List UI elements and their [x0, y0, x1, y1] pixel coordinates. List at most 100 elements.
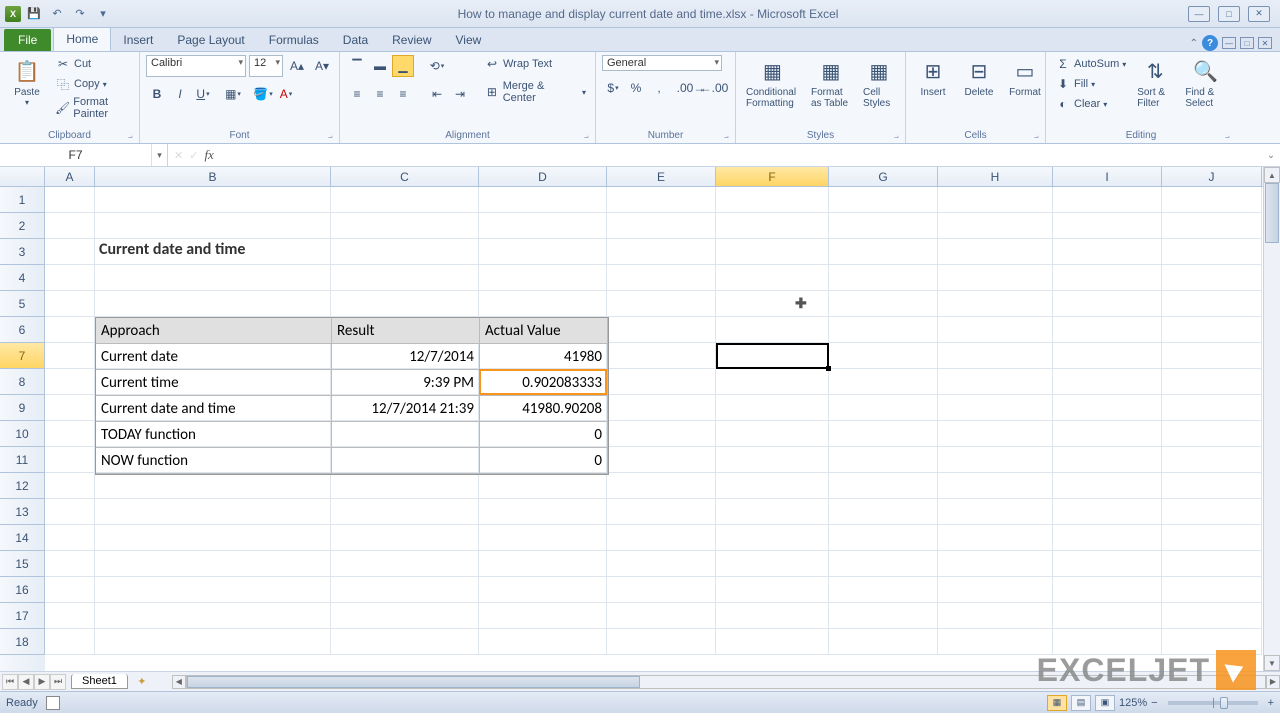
col-header-E[interactable]: E — [607, 167, 716, 186]
decrease-decimal-button[interactable]: ←.00 — [703, 77, 725, 99]
first-sheet-button[interactable]: ⏮ — [2, 674, 18, 690]
row-header-3[interactable]: 3 — [0, 239, 45, 265]
format-painter-button[interactable]: 🖌Format Painter — [52, 95, 133, 121]
row-header-14[interactable]: 14 — [0, 525, 45, 551]
row-header-8[interactable]: 8 — [0, 369, 45, 395]
cell-C8[interactable]: 9:39 PM — [332, 370, 480, 396]
row-header-6[interactable]: 6 — [0, 317, 45, 343]
format-as-table-button[interactable]: ▦Format as Table — [807, 55, 855, 111]
redo-button[interactable]: ↷ — [70, 4, 90, 24]
header-approach[interactable]: Approach — [96, 318, 332, 344]
zoom-slider-thumb[interactable] — [1220, 697, 1228, 709]
fill-color-button[interactable]: 🪣 — [252, 83, 274, 105]
row-header-9[interactable]: 9 — [0, 395, 45, 421]
formula-input[interactable] — [220, 144, 1262, 166]
selection-fill-handle[interactable] — [826, 366, 831, 371]
maximize-button[interactable]: □ — [1218, 6, 1240, 22]
cut-button[interactable]: ✂Cut — [52, 55, 133, 73]
cell-B11[interactable]: NOW function — [96, 448, 332, 474]
increase-font-button[interactable]: A▴ — [286, 55, 308, 77]
cell-B3-title[interactable]: Current date and time — [99, 240, 245, 259]
cell-C10[interactable] — [332, 422, 480, 448]
normal-view-button[interactable]: ▦ — [1047, 695, 1067, 711]
row-header-12[interactable]: 12 — [0, 473, 45, 499]
fx-icon[interactable]: fx — [204, 147, 213, 163]
col-header-J[interactable]: J — [1162, 167, 1262, 186]
cell-C7[interactable]: 12/7/2014 — [332, 344, 480, 370]
cell-D7[interactable]: 41980 — [480, 344, 608, 370]
col-header-D[interactable]: D — [479, 167, 607, 186]
wrap-text-button[interactable]: ↩Wrap Text — [481, 55, 589, 73]
align-top-button[interactable]: ▔ — [346, 55, 368, 77]
col-header-A[interactable]: A — [45, 167, 95, 186]
underline-button[interactable]: U — [192, 83, 214, 105]
col-header-G[interactable]: G — [829, 167, 938, 186]
row-header-11[interactable]: 11 — [0, 447, 45, 473]
insert-cells-button[interactable]: ⊞Insert — [912, 55, 954, 100]
sheet-tab-sheet1[interactable]: Sheet1 — [71, 674, 128, 689]
tab-view[interactable]: View — [444, 29, 494, 51]
cell-D9[interactable]: 41980.90208 — [480, 396, 608, 422]
align-left-button[interactable]: ≡ — [346, 83, 368, 105]
clear-button[interactable]: ◐Clear▾ — [1052, 95, 1129, 113]
minimize-button[interactable]: — — [1188, 6, 1210, 22]
zoom-in-button[interactable]: + — [1268, 697, 1274, 709]
cell-B8[interactable]: Current time — [96, 370, 332, 396]
col-header-I[interactable]: I — [1053, 167, 1162, 186]
conditional-formatting-button[interactable]: ▦Conditional Formatting — [742, 55, 803, 111]
decrease-font-button[interactable]: A▾ — [311, 55, 333, 77]
border-button[interactable]: ▦ — [222, 83, 244, 105]
tab-data[interactable]: Data — [331, 29, 380, 51]
last-sheet-button[interactable]: ⏭ — [50, 674, 66, 690]
font-name-select[interactable]: Calibri — [146, 55, 246, 77]
paste-button[interactable]: 📋 Paste ▾ — [6, 55, 48, 109]
minimize-ribbon-icon[interactable]: ⌃ — [1190, 38, 1198, 49]
merge-center-button[interactable]: ⊞Merge & Center ▾ — [481, 79, 589, 105]
expand-formula-bar[interactable]: ⌄ — [1262, 144, 1280, 166]
fill-button[interactable]: ⬇Fill▾ — [1052, 75, 1129, 93]
align-bottom-button[interactable]: ▁ — [392, 55, 414, 77]
row-header-18[interactable]: 18 — [0, 629, 45, 655]
row-header-10[interactable]: 10 — [0, 421, 45, 447]
row-header-15[interactable]: 15 — [0, 551, 45, 577]
cell-D8[interactable]: 0.902083333 — [480, 370, 608, 396]
col-header-F[interactable]: F — [716, 167, 829, 186]
delete-cells-button[interactable]: ⊟Delete — [958, 55, 1000, 100]
cell-D10[interactable]: 0 — [480, 422, 608, 448]
accounting-button[interactable]: $ — [602, 77, 624, 99]
row-header-17[interactable]: 17 — [0, 603, 45, 629]
prev-sheet-button[interactable]: ◀ — [18, 674, 34, 690]
name-box[interactable]: F7 — [0, 144, 151, 166]
row-header-5[interactable]: 5 — [0, 291, 45, 317]
qat-customize[interactable]: ▾ — [93, 4, 113, 24]
zoom-level[interactable]: 125% — [1119, 697, 1147, 709]
hscroll-thumb[interactable] — [187, 676, 640, 688]
tab-insert[interactable]: Insert — [111, 29, 165, 51]
help-icon[interactable]: ? — [1202, 35, 1218, 51]
font-size-select[interactable]: 12 — [249, 55, 283, 77]
workbook-minimize[interactable]: — — [1222, 37, 1236, 49]
tab-formulas[interactable]: Formulas — [257, 29, 331, 51]
cell-B9[interactable]: Current date and time — [96, 396, 332, 422]
workbook-restore[interactable]: □ — [1240, 37, 1254, 49]
cell-B7[interactable]: Current date — [96, 344, 332, 370]
close-button[interactable]: ✕ — [1248, 6, 1270, 22]
cell-B10[interactable]: TODAY function — [96, 422, 332, 448]
tab-review[interactable]: Review — [380, 29, 443, 51]
hscroll-right-button[interactable]: ▶ — [1266, 675, 1280, 689]
row-header-1[interactable]: 1 — [0, 187, 45, 213]
find-select-button[interactable]: 🔍Find & Select — [1181, 55, 1230, 111]
name-box-dropdown[interactable]: ▾ — [151, 144, 167, 166]
col-header-C[interactable]: C — [331, 167, 479, 186]
header-actual[interactable]: Actual Value — [480, 318, 608, 344]
format-cells-button[interactable]: ▭Format — [1004, 55, 1046, 100]
cell-styles-button[interactable]: ▦Cell Styles — [859, 55, 899, 111]
bold-button[interactable]: B — [146, 83, 168, 105]
font-color-button[interactable]: A — [275, 83, 297, 105]
macro-record-icon[interactable] — [46, 696, 60, 710]
tab-file[interactable]: File — [4, 29, 51, 51]
align-center-button[interactable]: ≡ — [369, 83, 391, 105]
worksheet-grid[interactable]: A B C D E F G H I J 1 2 3 4 5 6 7 8 9 10… — [0, 167, 1280, 671]
orientation-button[interactable]: ⟲ — [426, 55, 448, 77]
cell-C11[interactable] — [332, 448, 480, 474]
